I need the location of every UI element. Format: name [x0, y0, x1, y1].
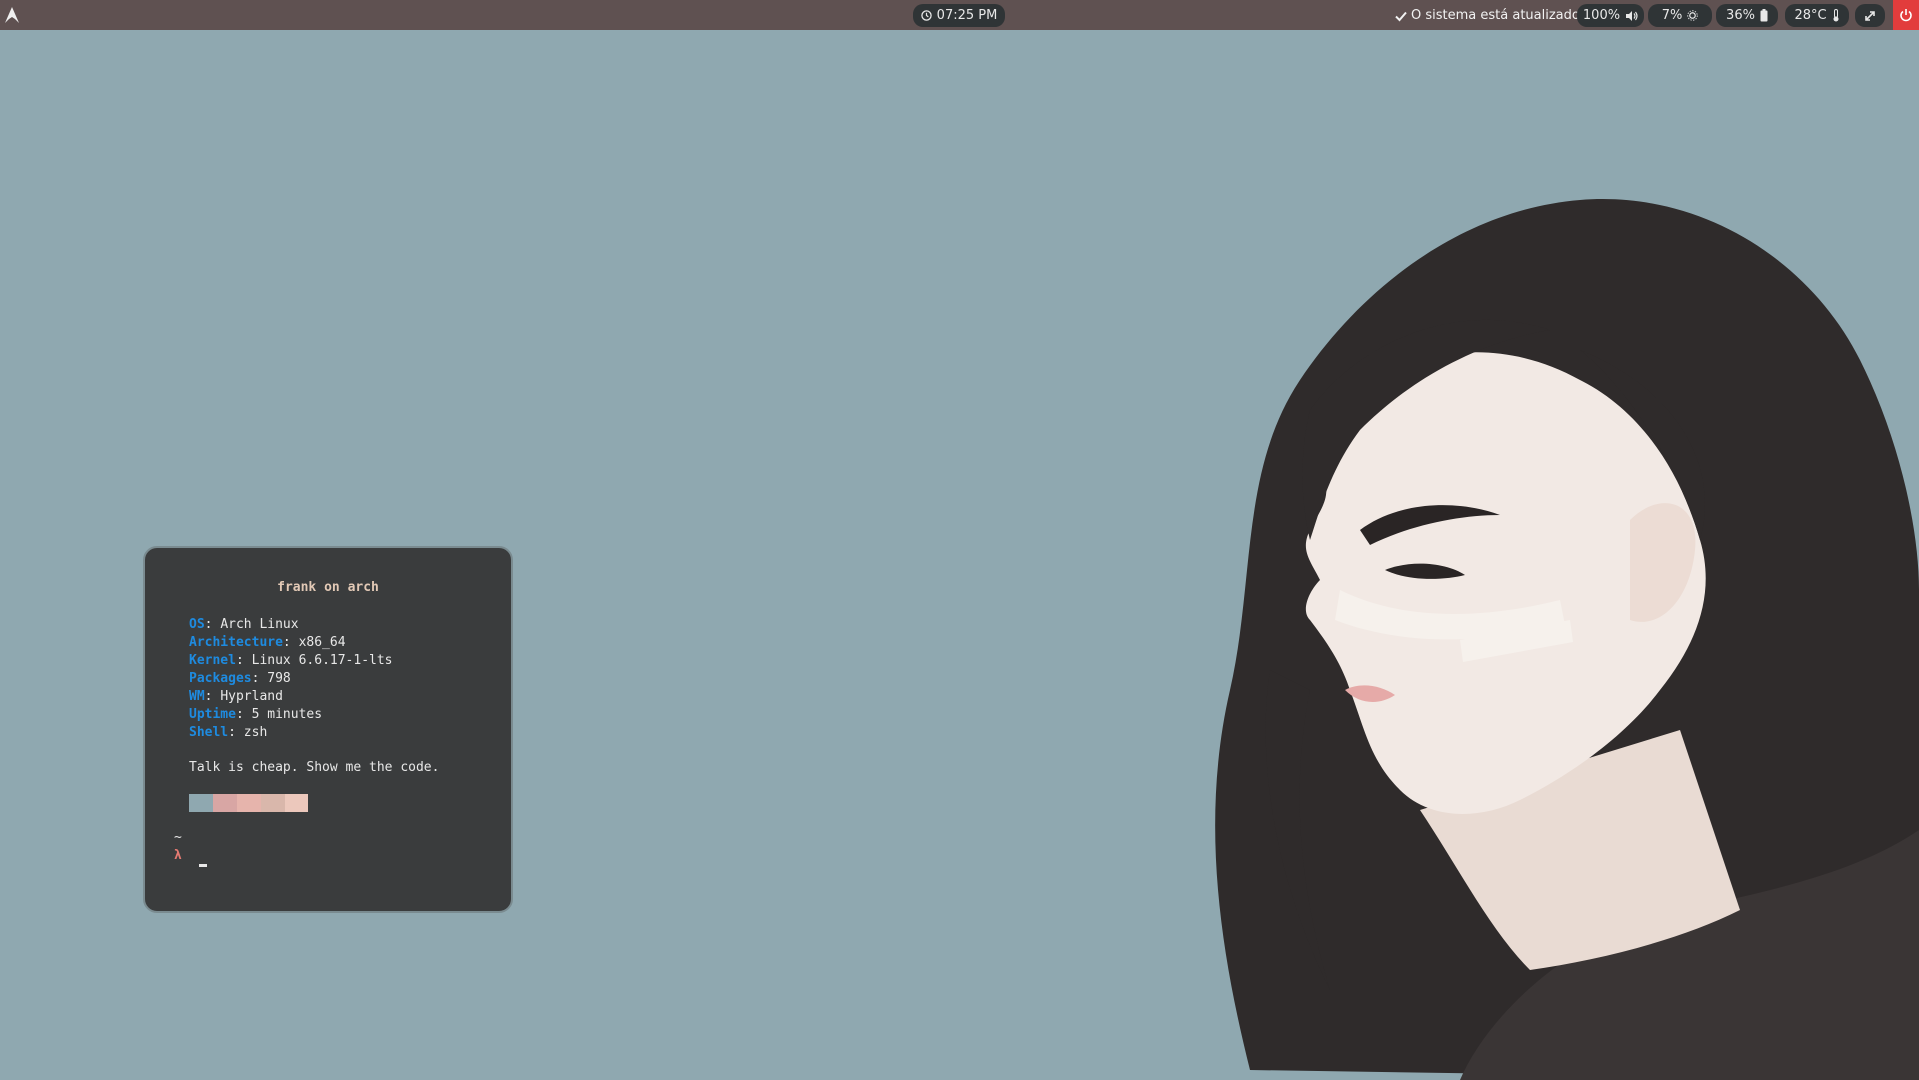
update-status-text: O sistema está atualizado!!!	[1411, 8, 1596, 23]
info-key: OS	[189, 617, 205, 632]
brightness-value: 7%	[1661, 8, 1683, 23]
color-swatch	[189, 794, 213, 812]
battery-icon	[1760, 9, 1768, 22]
fullscreen-toggle[interactable]	[1855, 4, 1885, 27]
terminal-window[interactable]: frank on arch OS: Arch Linux Architectur…	[143, 546, 513, 913]
info-value: 5 minutes	[251, 707, 323, 722]
info-value: Linux 6.6.17-1-lts	[251, 653, 393, 668]
update-status[interactable]: O sistema está atualizado!!!	[1395, 6, 1595, 25]
color-swatch	[285, 794, 308, 812]
info-key: Shell	[189, 725, 229, 740]
arch-logo-icon[interactable]	[4, 6, 20, 24]
info-value: Arch Linux	[220, 617, 299, 632]
power-icon	[1900, 9, 1912, 22]
speaker-icon	[1626, 10, 1638, 21]
clock-icon	[920, 10, 932, 21]
prompt-directory: ~	[174, 830, 182, 845]
info-value: x86_64	[298, 635, 346, 650]
brightness-widget[interactable]: 7%	[1648, 4, 1712, 27]
info-row-kernel: Kernel: Linux 6.6.17-1-lts	[189, 653, 393, 668]
info-key: Uptime	[189, 707, 236, 722]
system-info-list: OS: Arch Linux Architecture: x86_64 Kern…	[189, 616, 393, 742]
info-row-packages: Packages: 798	[189, 671, 291, 686]
info-row-shell: Shell: zsh	[189, 725, 268, 740]
color-swatch	[261, 794, 285, 812]
clock-time: 07:25 PM	[936, 8, 998, 23]
volume-widget[interactable]: 100%	[1577, 4, 1644, 27]
terminal-cursor[interactable]	[199, 864, 207, 867]
info-row-os: OS: Arch Linux	[189, 617, 299, 632]
info-value: 798	[267, 671, 291, 686]
color-swatch	[213, 794, 237, 812]
wallpaper-portrait	[1215, 199, 1919, 1080]
info-key: Packages	[189, 671, 252, 686]
info-key: Architecture	[189, 635, 283, 650]
battery-value: 36%	[1726, 8, 1755, 23]
info-row-uptime: Uptime: 5 minutes	[189, 707, 323, 722]
terminal-title: frank on arch	[277, 580, 379, 595]
info-key: Kernel	[189, 653, 236, 668]
color-palette	[189, 794, 308, 812]
expand-icon	[1865, 10, 1875, 21]
thermometer-icon	[1833, 9, 1839, 22]
info-key: WM	[189, 689, 205, 704]
terminal-quote: Talk is cheap. Show me the code.	[189, 760, 440, 775]
info-row-wm: WM: Hyprland	[189, 689, 283, 704]
check-icon	[1395, 11, 1407, 21]
top-bar: 07:25 PM O sistema está atualizado!!! 10…	[0, 0, 1919, 30]
info-value: Hyprland	[220, 689, 283, 704]
temperature-value: 28°C	[1794, 8, 1827, 23]
volume-value: 100%	[1582, 8, 1621, 23]
clock-widget[interactable]: 07:25 PM	[913, 4, 1005, 27]
battery-widget[interactable]: 36%	[1716, 4, 1778, 27]
info-value: zsh	[243, 725, 268, 740]
prompt-symbol: λ	[174, 848, 182, 863]
info-row-architecture: Architecture: x86_64	[189, 635, 346, 650]
temperature-widget[interactable]: 28°C	[1785, 4, 1849, 27]
color-swatch	[237, 794, 261, 812]
brightness-icon	[1687, 10, 1699, 21]
power-button[interactable]	[1893, 0, 1919, 30]
